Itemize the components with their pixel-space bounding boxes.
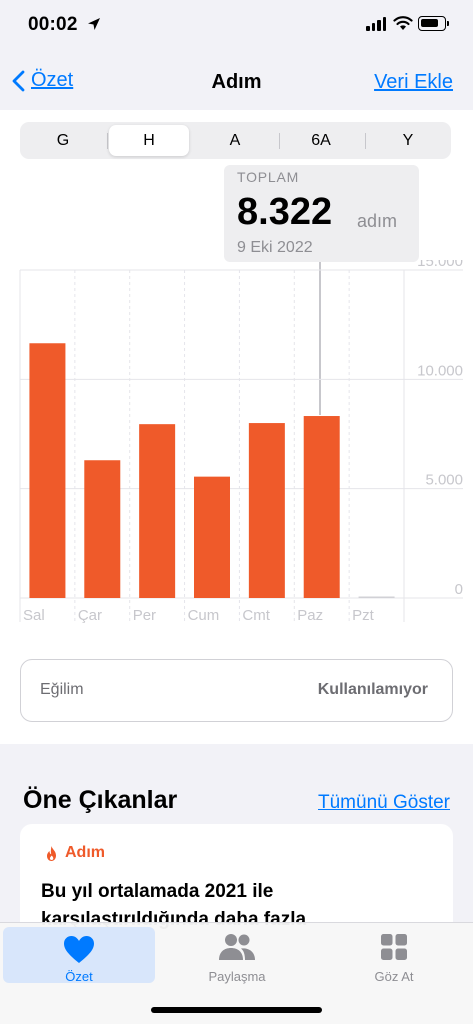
trend-label: Eğilim [40, 681, 84, 698]
heart-icon [64, 936, 94, 963]
x-tick-label: Per [133, 607, 156, 624]
x-tick-label: Cmt [242, 607, 270, 624]
segment-divider [107, 133, 108, 149]
bar-pzt[interactable] [358, 596, 395, 599]
tab-summary[interactable]: Özet [3, 927, 155, 984]
bar-cmt[interactable] [248, 423, 285, 598]
navigation-bar: Özet Adım Veri Ekle [0, 50, 473, 110]
tab-sharing[interactable]: Paylaşma [158, 923, 316, 993]
grid-icon [381, 934, 407, 960]
trend-card[interactable]: Eğilim Kullanılamıyor [20, 659, 453, 722]
steps-bar-chart[interactable]: 15.000 10.000 5.000 0 Sal Çar Per Cum Cmt Paz Pzt [0, 260, 473, 630]
trend-value: Kullanılamıyor [317, 681, 428, 698]
x-tick-label: Çar [78, 607, 102, 624]
tab-summary-label: Özet [65, 969, 93, 984]
x-tick-label: Pzt [352, 607, 375, 624]
wifi-icon [393, 16, 413, 30]
highlight-category: Adım [44, 844, 105, 862]
segment-day[interactable]: G [23, 125, 103, 156]
segment-divider [365, 133, 366, 149]
battery-level [421, 19, 438, 27]
add-data-button[interactable]: Veri Ekle [374, 71, 453, 94]
flame-icon [47, 845, 56, 861]
segment-divider [279, 133, 280, 149]
y-tick-label: 0 [455, 581, 463, 598]
battery-icon [418, 16, 449, 31]
y-tick-label: 15.000 [417, 260, 463, 270]
bar-cum[interactable] [194, 476, 230, 598]
tooltip-date: 9 Eki 2022 [237, 239, 313, 256]
highlights-title: Öne Çıkanlar [23, 786, 178, 814]
time-range-segmented-control: G H A 6A Y [20, 122, 451, 159]
people-icon [219, 934, 255, 960]
tooltip-unit: adım [357, 211, 398, 231]
x-tick-label: Cum [188, 607, 220, 624]
segment-year[interactable]: Y [368, 125, 448, 156]
highlights-header: Öne Çıkanlar Tümünü Göster [0, 744, 473, 824]
home-indicator [151, 1007, 322, 1013]
tooltip-value: 8.322 [237, 191, 333, 233]
tooltip-label: TOPLAM [237, 169, 300, 185]
location-arrow-icon [88, 18, 100, 30]
status-time: 00:02 [28, 14, 78, 35]
y-tick-label: 10.000 [417, 362, 463, 379]
bar-per[interactable] [139, 424, 176, 598]
chart-section: G H A 6A Y TOPLAM 8.322 adım 9 Eki 2022 … [0, 110, 473, 744]
selection-tooltip: TOPLAM 8.322 adım 9 Eki 2022 [224, 165, 419, 262]
tab-browse[interactable]: Göz At [315, 923, 473, 993]
status-bar: 00:02 [0, 0, 473, 50]
bar-çar[interactable] [84, 460, 121, 598]
y-tick-label: 5.000 [425, 472, 463, 489]
segment-six-months[interactable]: 6A [281, 125, 361, 156]
bar-paz[interactable] [303, 416, 340, 598]
tab-browse-label: Göz At [374, 969, 414, 984]
show-all-link[interactable]: Tümünü Göster [318, 792, 450, 814]
segment-month[interactable]: A [195, 125, 275, 156]
x-tick-label: Paz [297, 607, 323, 624]
cellular-signal-icon [366, 17, 386, 31]
x-tick-label: Sal [23, 607, 45, 624]
segment-week[interactable]: H [109, 125, 189, 156]
bar-sal[interactable] [29, 343, 66, 598]
tab-sharing-label: Paylaşma [208, 969, 266, 984]
highlight-category-label: Adım [65, 844, 105, 861]
